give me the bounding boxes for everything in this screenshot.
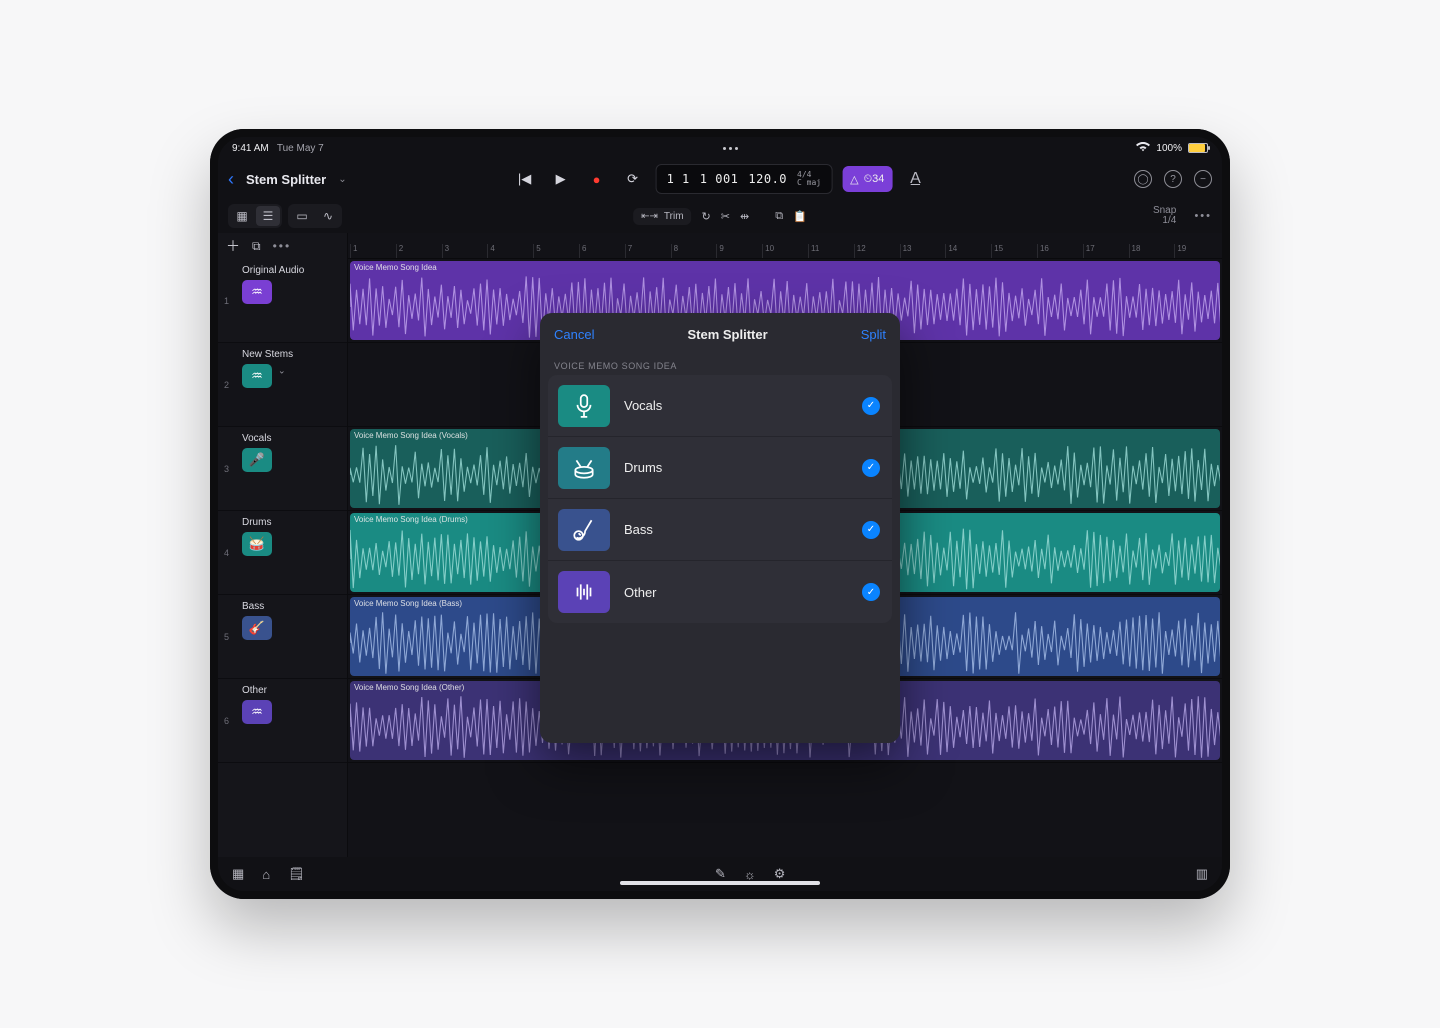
app-screen: 9:41 AM Tue May 7 100% ‹ Stem Splitter ⌄… <box>218 137 1222 891</box>
cancel-button[interactable]: Cancel <box>554 327 594 342</box>
stem-name: Vocals <box>624 398 662 413</box>
home-indicator[interactable] <box>620 881 820 885</box>
modal-title: Stem Splitter <box>687 327 767 342</box>
wave-icon <box>558 571 610 613</box>
checkmark-icon[interactable]: ✓ <box>862 397 880 415</box>
stem-option-row[interactable]: Vocals ✓ <box>548 375 892 437</box>
mic-icon <box>558 385 610 427</box>
stem-name: Bass <box>624 522 653 537</box>
stem-option-row[interactable]: Drums ✓ <box>548 437 892 499</box>
stem-name: Drums <box>624 460 662 475</box>
stem-name: Other <box>624 585 657 600</box>
bass-icon <box>558 509 610 551</box>
ipad-frame: 9:41 AM Tue May 7 100% ‹ Stem Splitter ⌄… <box>210 129 1230 899</box>
split-button[interactable]: Split <box>861 327 886 342</box>
checkmark-icon[interactable]: ✓ <box>862 521 880 539</box>
stem-splitter-modal: Cancel Stem Splitter Split VOICE MEMO SO… <box>540 313 900 743</box>
checkmark-icon[interactable]: ✓ <box>862 583 880 601</box>
stem-option-row[interactable]: Other ✓ <box>548 561 892 623</box>
drums-icon <box>558 447 610 489</box>
modal-subtitle: VOICE MEMO SONG IDEA <box>540 355 900 375</box>
stem-option-row[interactable]: Bass ✓ <box>548 499 892 561</box>
checkmark-icon[interactable]: ✓ <box>862 459 880 477</box>
